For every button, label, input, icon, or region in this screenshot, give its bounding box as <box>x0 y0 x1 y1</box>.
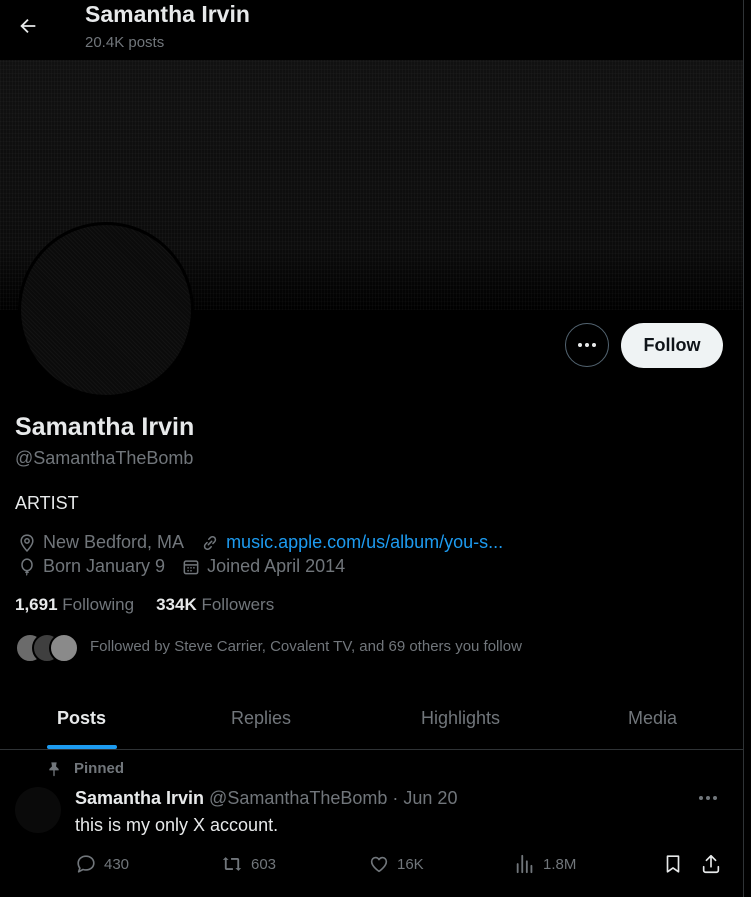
profile-tabs: Posts Replies Highlights Media <box>0 688 743 750</box>
reply-button[interactable]: 430 <box>75 853 129 875</box>
follow-button[interactable]: Follow <box>621 323 723 368</box>
share-icon <box>702 854 720 874</box>
follow-counts: 1,691 Following 334K Followers <box>15 595 296 615</box>
post-author-handle-time[interactable]: @SamanthaTheBomb · Jun 20 <box>209 788 457 809</box>
header-title: Samantha Irvin <box>85 1 250 27</box>
share-button[interactable] <box>700 853 729 875</box>
bookmark-button[interactable] <box>662 853 691 875</box>
following-count: 1,691 <box>15 595 58 614</box>
followers-label: Followers <box>201 595 275 614</box>
bookmark-icon <box>666 855 680 873</box>
tab-highlights[interactable]: Highlights <box>359 688 562 749</box>
tab-label: Highlights <box>420 708 501 728</box>
heart-icon <box>370 856 388 873</box>
following-count-link[interactable]: 1,691 Following <box>15 595 134 615</box>
pin-icon <box>49 761 59 776</box>
location-item: New Bedford, MA <box>17 532 184 553</box>
post-author-avatar[interactable] <box>15 787 61 833</box>
tab-label: Posts <box>56 708 107 728</box>
like-count: 16K <box>397 855 424 873</box>
profile-meta-row-1: New Bedford, MA music.apple.com/us/album… <box>17 532 519 553</box>
birthday-item: Born January 9 <box>17 556 165 577</box>
more-dots-icon <box>578 343 596 347</box>
balloon-icon <box>21 557 33 576</box>
more-dots-icon <box>699 796 717 800</box>
pinned-indicator: Pinned <box>46 760 124 777</box>
active-tab-indicator <box>46 745 117 749</box>
tab-media[interactable]: Media <box>562 688 743 749</box>
post-header: Samantha Irvin @SamanthaTheBomb · Jun 20 <box>75 788 457 809</box>
mutual-avatars <box>15 631 79 663</box>
top-header: Samantha Irvin 20.4K posts <box>0 0 743 60</box>
post-actions: 430 603 16K 1.8M <box>0 853 743 877</box>
profile-avatar[interactable] <box>18 222 194 398</box>
followed-by-row[interactable]: Followed by Steve Carrier, Covalent TV, … <box>15 631 522 663</box>
reply-count: 430 <box>104 855 130 873</box>
bar-chart-icon <box>516 854 533 874</box>
header-post-count: 20.4K posts <box>85 34 165 51</box>
pinned-label: Pinned <box>74 760 125 777</box>
link-icon <box>203 535 217 550</box>
joined-item: Joined April 2014 <box>181 556 345 577</box>
calendar-icon <box>183 559 199 574</box>
profile-bio: ARTIST <box>15 493 79 513</box>
reply-icon <box>77 855 95 873</box>
repost-icon <box>222 857 242 871</box>
tab-label: Replies <box>230 708 292 728</box>
website-link[interactable]: music.apple.com/us/album/you-s... <box>226 532 503 553</box>
tab-label: Media <box>627 708 678 728</box>
joined-text: Joined April 2014 <box>207 556 346 576</box>
views-button[interactable]: 1.8M <box>514 853 576 875</box>
more-options-button[interactable] <box>565 323 609 367</box>
back-button[interactable] <box>12 10 44 42</box>
post-author-name[interactable]: Samantha Irvin <box>75 788 204 809</box>
profile-handle: @SamanthaTheBomb <box>15 448 194 468</box>
website-item[interactable]: music.apple.com/us/album/you-s... <box>200 532 503 553</box>
following-label: Following <box>62 595 135 614</box>
like-button[interactable]: 16K <box>368 853 424 875</box>
mutual-avatar <box>49 633 79 663</box>
location-text: New Bedford, MA <box>43 532 185 552</box>
post-more-button[interactable] <box>698 788 718 806</box>
post-text: this is my only X account. <box>75 815 279 835</box>
followers-count-link[interactable]: 334K Followers <box>156 595 274 615</box>
location-pin-icon <box>20 533 34 552</box>
column-divider <box>743 0 744 897</box>
birthday-text: Born January 9 <box>43 556 166 576</box>
repost-button[interactable]: 603 <box>220 853 276 875</box>
repost-count: 603 <box>251 855 277 873</box>
profile-meta-row-2: Born January 9 Joined April 2014 <box>17 556 361 577</box>
profile-name: Samantha Irvin <box>15 413 195 441</box>
pinned-post[interactable]: Pinned Samantha Irvin @SamanthaTheBomb ·… <box>0 750 743 897</box>
followed-by-text[interactable]: Followed by Steve Carrier, Covalent TV, … <box>90 638 522 655</box>
views-count: 1.8M <box>543 855 577 873</box>
back-arrow-icon <box>20 18 36 34</box>
tab-posts[interactable]: Posts <box>0 688 163 749</box>
tab-replies[interactable]: Replies <box>163 688 359 749</box>
followers-count: 334K <box>156 595 197 614</box>
